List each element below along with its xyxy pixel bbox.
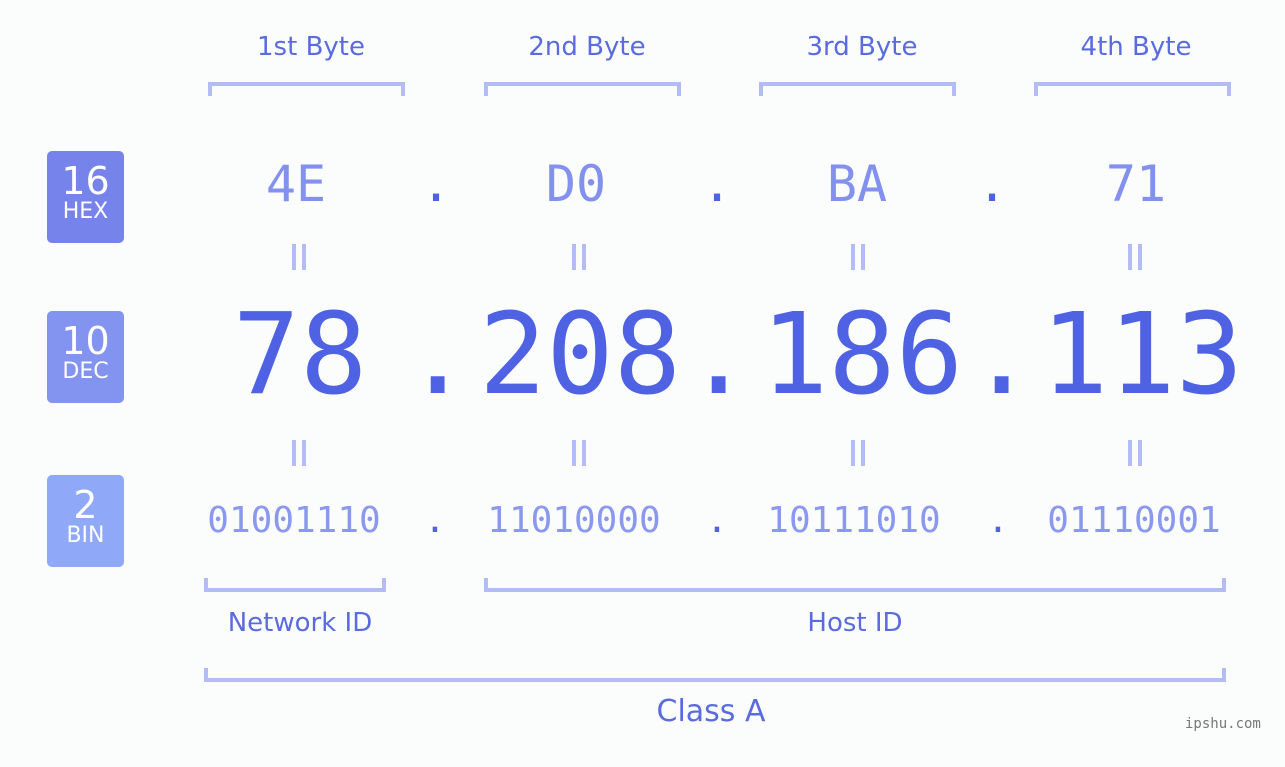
byte-label-3: 3rd Byte [806,32,918,62]
dec-byte-1: 78 [232,290,368,420]
dec-separator: . [685,290,753,420]
hex-separator: . [701,155,733,213]
byte-bracket-3 [759,82,956,96]
bin-badge-number: 2 [73,483,98,527]
equals-icon [280,238,320,287]
class-label: Class A [656,694,766,729]
bin-separator: . [987,500,1009,541]
dec-badge-number: 10 [61,319,110,363]
byte-label-4: 4th Byte [1080,32,1192,62]
equals-icon [839,434,879,483]
bin-badge-label: BIN [66,523,105,548]
class-bracket [204,668,1226,682]
watermark: ipshu.com [1185,716,1261,732]
equals-icon [1116,434,1156,483]
hex-badge-label: HEX [62,199,109,224]
equals-icon [839,238,879,287]
equals-icon [280,434,320,483]
equals-icon [560,238,600,287]
dec-separator: . [404,290,472,420]
byte-bracket-1 [208,82,405,96]
bin-byte-1: 01001110 [207,500,381,541]
byte-bracket-2 [484,82,681,96]
dec-badge: 10 DEC [47,311,124,403]
bin-separator: . [424,500,446,541]
host-id-label: Host ID [807,608,903,638]
bin-byte-3: 10111010 [767,500,941,541]
hex-badge: 16 HEX [47,151,124,243]
dec-byte-4: 113 [1040,290,1244,420]
hex-separator: . [420,155,452,213]
byte-label-2: 2nd Byte [528,32,646,62]
hex-byte-4: 71 [1105,155,1167,213]
dec-byte-3: 186 [760,290,964,420]
byte-bracket-4 [1034,82,1231,96]
bin-byte-4: 01110001 [1047,500,1221,541]
equals-icon [1116,238,1156,287]
dec-badge-label: DEC [62,359,109,384]
dec-separator: . [968,290,1036,420]
hex-separator: . [976,155,1008,213]
hex-badge-number: 16 [61,159,110,203]
bin-badge: 2 BIN [47,475,124,567]
bin-separator: . [706,500,728,541]
hex-byte-3: BA [826,155,888,213]
host-id-bracket [484,578,1226,592]
byte-label-1: 1st Byte [257,32,365,62]
network-id-label: Network ID [227,608,373,638]
dec-byte-2: 208 [478,290,682,420]
bin-byte-2: 11010000 [487,500,661,541]
hex-byte-2: D0 [545,155,607,213]
hex-byte-1: 4E [265,155,327,213]
equals-icon [560,434,600,483]
network-id-bracket [204,578,386,592]
